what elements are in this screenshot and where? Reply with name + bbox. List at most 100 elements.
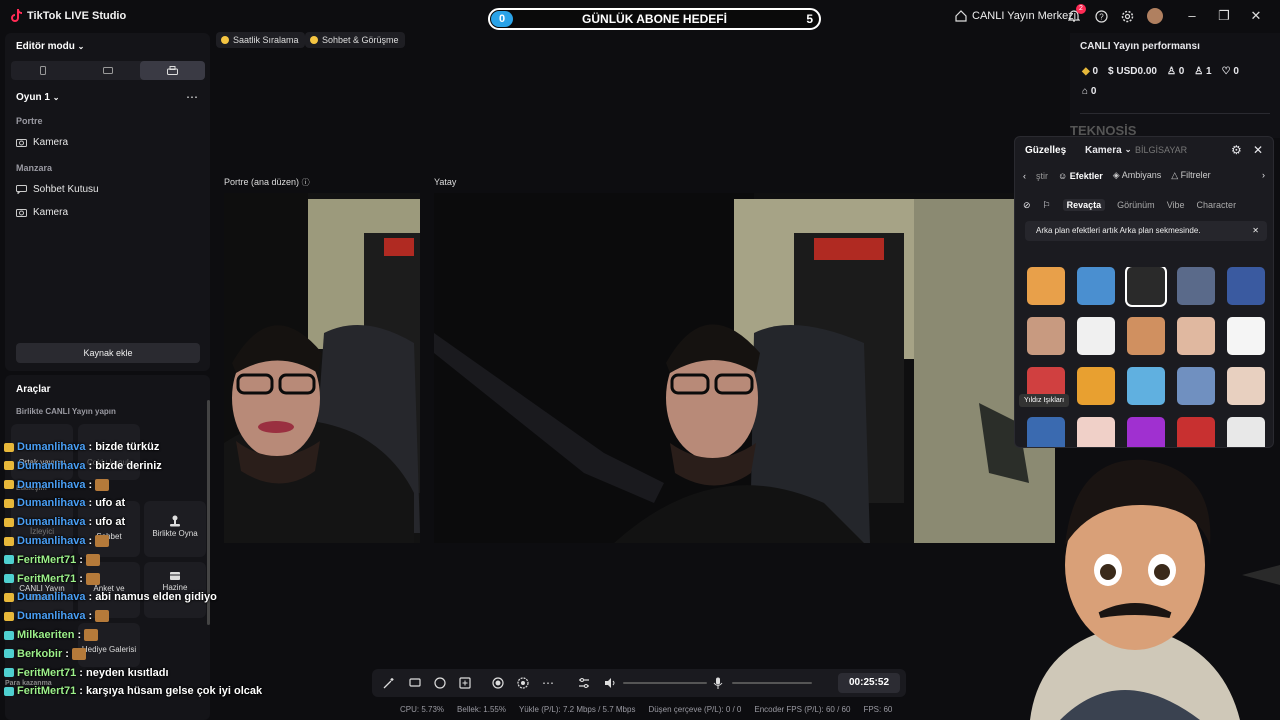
record-icon[interactable] bbox=[491, 676, 505, 690]
status-fps: FPS: 60 bbox=[863, 705, 893, 714]
source-item-camera-portrait[interactable]: Kamera bbox=[16, 137, 68, 148]
effect-thumbnail[interactable] bbox=[1077, 317, 1115, 355]
live-performance-panel: CANLI Yayın performansı ◆ 0 $ USD0.00 ♙ … bbox=[1070, 33, 1280, 138]
chevron-left-icon[interactable]: ‹ bbox=[1023, 171, 1026, 181]
chat-username[interactable]: Dumanlihava bbox=[17, 441, 85, 453]
layout-dual-button[interactable] bbox=[140, 61, 206, 80]
tool-viewer[interactable]: İzleyici bbox=[11, 501, 73, 557]
chat-username[interactable]: Dumanlihava bbox=[17, 479, 85, 491]
microphone-volume-slider[interactable] bbox=[732, 682, 812, 684]
trophy-icon bbox=[221, 36, 229, 44]
chat-text: : bbox=[65, 647, 69, 660]
chat-username[interactable]: Dumanlihava bbox=[17, 610, 85, 622]
effect-thumbnail[interactable] bbox=[1077, 417, 1115, 447]
effect-thumbnail[interactable] bbox=[1227, 367, 1265, 405]
tag-chat-call[interactable]: Sohbet & Görüşme bbox=[305, 32, 405, 48]
close-icon[interactable]: ✕ bbox=[1253, 143, 1263, 157]
more-options-icon[interactable]: ⋯ bbox=[541, 676, 555, 690]
effect-thumbnail[interactable] bbox=[1127, 417, 1165, 447]
maximize-icon[interactable]: ❐ bbox=[1216, 8, 1232, 24]
chat-message: Dumanlihava: bbox=[4, 535, 110, 547]
chevron-right-icon[interactable]: › bbox=[1262, 170, 1265, 180]
chat-username[interactable]: FeritMert71 bbox=[17, 685, 76, 697]
audio-settings-icon[interactable] bbox=[577, 676, 591, 690]
subtab-trending[interactable]: Revaçta bbox=[1062, 199, 1106, 211]
effect-thumbnail[interactable] bbox=[1227, 267, 1265, 305]
tab-ambiance[interactable]: ◈ Ambiyans bbox=[1113, 170, 1161, 181]
status-dropped-frames: Düşen çerçeve (P/L): 0 / 0 bbox=[648, 705, 742, 714]
effect-thumbnail[interactable] bbox=[1127, 367, 1165, 405]
add-source-button[interactable]: Kaynak ekle bbox=[16, 343, 200, 363]
subtab-vibe[interactable]: Vibe bbox=[1167, 200, 1185, 210]
go-live-icon[interactable] bbox=[516, 676, 530, 690]
effect-thumbnail[interactable] bbox=[1227, 417, 1265, 447]
magic-wand-icon[interactable] bbox=[382, 676, 396, 690]
speaker-volume-slider[interactable] bbox=[623, 682, 707, 684]
minimize-icon[interactable]: – bbox=[1184, 8, 1200, 24]
close-icon[interactable]: ✕ bbox=[1248, 8, 1264, 24]
scene-panel: Editör modu ⌄ Oyun 1 ⌄ ⋯ Portre Kamera M… bbox=[5, 33, 210, 371]
chat-username[interactable]: Dumanlihava bbox=[17, 591, 85, 603]
more-options-icon[interactable]: ⋯ bbox=[186, 90, 198, 104]
effect-thumbnail[interactable] bbox=[1177, 267, 1215, 305]
landscape-camera-preview[interactable] bbox=[434, 193, 1055, 543]
bookmark-icon[interactable]: ⚐ bbox=[1043, 200, 1051, 211]
effect-thumbnail[interactable] bbox=[1077, 267, 1115, 305]
settings-gear-icon[interactable] bbox=[1120, 9, 1134, 23]
help-icon[interactable]: ? bbox=[1094, 9, 1108, 23]
tool-chat[interactable]: Sohbet bbox=[78, 501, 140, 557]
effect-thumbnail[interactable] bbox=[1177, 367, 1215, 405]
effect-thumbnail[interactable] bbox=[1177, 417, 1215, 447]
chat-username[interactable]: Berkobir bbox=[17, 648, 62, 660]
effect-thumbnail[interactable] bbox=[1077, 367, 1115, 405]
chat-username[interactable]: Milkaeriten bbox=[17, 629, 74, 641]
chat-username[interactable]: Dumanlihava bbox=[17, 516, 85, 528]
chat-username[interactable]: FeritMert71 bbox=[17, 667, 76, 679]
tab-beautify[interactable]: ştir bbox=[1036, 171, 1048, 181]
speaker-icon[interactable] bbox=[603, 676, 617, 690]
stat-likes: ♡ 0 bbox=[1222, 66, 1239, 77]
chat-username[interactable]: Dumanlihava bbox=[17, 535, 85, 547]
layout-portrait-button[interactable] bbox=[11, 61, 76, 80]
editor-mode-dropdown[interactable]: Editör modu ⌄ bbox=[16, 41, 84, 52]
effect-thumbnail[interactable] bbox=[1027, 317, 1065, 355]
chat-text: : bbox=[88, 478, 93, 491]
goal-target: 5 bbox=[806, 12, 813, 26]
chat-username[interactable]: Dumanlihava bbox=[17, 497, 85, 509]
live-center-button[interactable]: CANLI Yayın Merkezi bbox=[955, 10, 1076, 22]
portrait-camera-preview[interactable] bbox=[224, 193, 420, 543]
effect-thumbnail[interactable] bbox=[1177, 317, 1215, 355]
settings-gear-icon[interactable]: ⚙ bbox=[1231, 143, 1242, 157]
tool-play-together[interactable]: Birlikte Oyna bbox=[144, 501, 206, 557]
microphone-icon[interactable] bbox=[711, 676, 725, 690]
chat-username[interactable]: Dumanlihava bbox=[17, 460, 85, 472]
tab-effects[interactable]: ☺ Efektler bbox=[1058, 171, 1103, 181]
layout-landscape-button[interactable] bbox=[76, 61, 141, 80]
add-scene-icon[interactable] bbox=[458, 676, 472, 690]
source-item-camera-landscape[interactable]: Kamera bbox=[16, 207, 68, 218]
effect-thumbnail[interactable] bbox=[1227, 317, 1265, 355]
notification-badge: 2 bbox=[1076, 4, 1086, 14]
layout-toggle[interactable] bbox=[11, 61, 206, 80]
close-icon[interactable]: ✕ bbox=[1252, 221, 1259, 241]
tab-filters[interactable]: △ Filtreler bbox=[1171, 170, 1210, 181]
chevron-down-icon: ⌄ bbox=[77, 42, 85, 51]
subtab-character[interactable]: Character bbox=[1197, 200, 1237, 210]
effect-thumbnail[interactable] bbox=[1027, 417, 1065, 447]
ai-effect-icon[interactable] bbox=[433, 676, 447, 690]
effect-thumbnail[interactable] bbox=[1027, 267, 1065, 305]
effect-thumbnail[interactable] bbox=[1125, 267, 1167, 307]
screen-capture-icon[interactable] bbox=[408, 676, 422, 690]
chat-text: : bbox=[88, 535, 93, 547]
tool-treasure[interactable]: Hazine bbox=[144, 562, 206, 618]
subtab-appearance[interactable]: Görünüm bbox=[1117, 200, 1155, 210]
chat-username[interactable]: FeritMert71 bbox=[17, 573, 76, 585]
user-avatar[interactable] bbox=[1147, 8, 1163, 24]
source-item-chat-box[interactable]: Sohbet Kutusu bbox=[16, 184, 99, 195]
scene-dropdown[interactable]: Oyun 1 ⌄ bbox=[16, 92, 59, 103]
chat-username[interactable]: FeritMert71 bbox=[17, 554, 76, 566]
disable-effect-icon[interactable]: ⊘ bbox=[1023, 200, 1031, 211]
tag-hourly-ranking[interactable]: Saatlik Sıralama bbox=[216, 32, 305, 48]
camera-source-dropdown[interactable]: Kamera ⌄ bbox=[1085, 145, 1131, 156]
effect-thumbnail[interactable] bbox=[1127, 317, 1165, 355]
